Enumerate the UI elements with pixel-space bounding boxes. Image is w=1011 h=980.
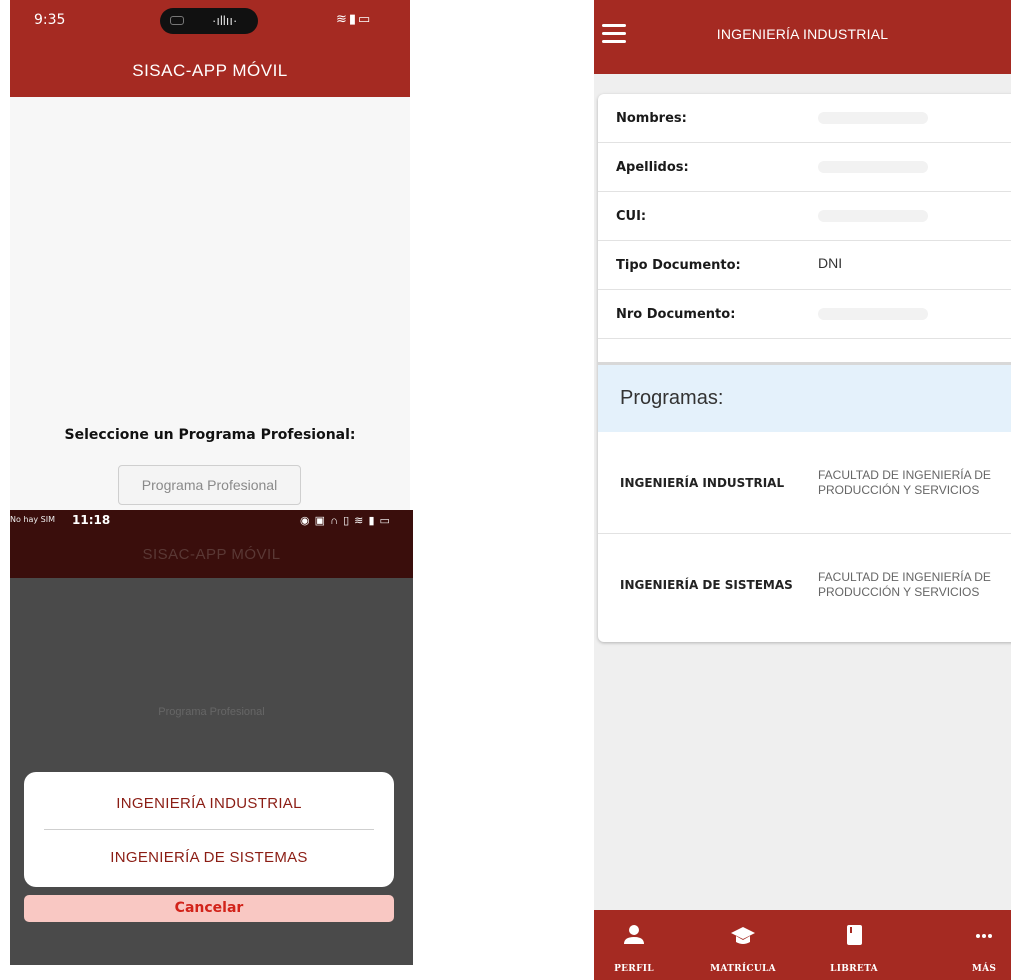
tab-libreta[interactable]: LIBRETA bbox=[809, 910, 899, 980]
screen-program-dialog: No hay SIM 11:18 ◉ ▣ ∩ ▯ ≋ ▮ ▭ SISAC-APP… bbox=[10, 510, 413, 965]
program-name: INGENIERÍA DE SISTEMAS bbox=[620, 578, 793, 592]
tab-label: MATRÍCULA bbox=[710, 964, 776, 974]
row-label: Tipo Documento: bbox=[616, 258, 741, 273]
profile-card: Nombres: Apellidos: CUI: Tipo Documento:… bbox=[598, 94, 1011, 642]
cancel-button[interactable]: Cancelar bbox=[24, 895, 394, 922]
status-time: 9:35 bbox=[34, 12, 66, 28]
row-value: DNI bbox=[818, 255, 843, 271]
program-select-button[interactable]: Programa Profesional bbox=[118, 465, 301, 505]
row-label: Nro Documento: bbox=[616, 307, 736, 322]
graduation-cap-icon bbox=[731, 927, 755, 944]
profile-row-nombres: Nombres: bbox=[598, 94, 1011, 143]
status-bar: 9:35 ·ıllıı· ≋▮▭ bbox=[10, 0, 410, 40]
redacted-value bbox=[818, 308, 928, 320]
divider bbox=[44, 829, 374, 830]
program-select-button-dimmed: Programa Profesional bbox=[158, 706, 265, 718]
app-title: SISAC-APP MÓVIL bbox=[132, 61, 288, 80]
redacted-value bbox=[818, 210, 928, 222]
app-title: SISAC-APP MÓVIL bbox=[142, 546, 281, 563]
carrier-text: No hay SIM bbox=[10, 515, 56, 524]
option-ingenieria-sistemas[interactable]: INGENIERÍA DE SISTEMAS bbox=[24, 849, 394, 866]
more-dots-icon bbox=[976, 934, 992, 938]
program-options-sheet: INGENIERÍA INDUSTRIAL INGENIERÍA DE SIST… bbox=[24, 772, 394, 887]
profile-row-cui: CUI: bbox=[598, 192, 1011, 241]
program-prompt: Seleccione un Programa Profesional: bbox=[64, 427, 356, 443]
tab-perfil[interactable]: PERFIL bbox=[594, 910, 679, 980]
status-icons: ◉ ▣ ∩ ▯ ≋ ▮ ▭ bbox=[300, 515, 391, 527]
audio-wave-icon: ·ıllıı· bbox=[212, 13, 238, 28]
media-thumbnail-icon bbox=[170, 16, 184, 25]
tab-mas[interactable]: MÁS bbox=[939, 910, 1011, 980]
status-time: 11:18 bbox=[72, 513, 111, 527]
program-faculty: FACULTAD DE INGENIERÍA DE PRODUCCIÓN Y S… bbox=[818, 570, 991, 599]
row-label: Nombres: bbox=[616, 111, 687, 126]
program-row[interactable]: INGENIERÍA DE SISTEMAS FACULTAD DE INGEN… bbox=[598, 534, 1011, 636]
app-bar: SISAC-APP MÓVIL bbox=[10, 40, 410, 97]
status-bar: No hay SIM 11:18 ◉ ▣ ∩ ▯ ≋ ▮ ▭ bbox=[10, 510, 413, 532]
wifi-battery-icons: ≋▮▭ bbox=[336, 11, 373, 26]
row-label: CUI: bbox=[616, 209, 647, 224]
profile-row-apellidos: Apellidos: bbox=[598, 143, 1011, 192]
bottom-tab-bar: PERFIL MATRÍCULA LIBRETA MÁS bbox=[594, 910, 1011, 980]
page-title: INGENIERÍA INDUSTRIAL bbox=[716, 26, 889, 42]
app-bar: SISAC-APP MÓVIL bbox=[10, 532, 413, 578]
row-label: Apellidos: bbox=[616, 160, 689, 175]
programs-header: Programas: bbox=[598, 365, 1011, 432]
redacted-value bbox=[818, 112, 928, 124]
profile-row-nro-documento: Nro Documento: bbox=[598, 290, 1011, 339]
tab-label: LIBRETA bbox=[830, 964, 878, 974]
tab-label: PERFIL bbox=[614, 964, 654, 974]
profile-row-tipo-documento: Tipo Documento: DNI bbox=[598, 241, 1011, 290]
person-icon bbox=[624, 925, 644, 944]
programs-heading: Programas: bbox=[620, 387, 724, 409]
notebook-icon bbox=[847, 925, 862, 945]
redacted-value bbox=[818, 161, 928, 173]
program-name: INGENIERÍA INDUSTRIAL bbox=[620, 476, 785, 490]
program-faculty: FACULTAD DE INGENIERÍA DE PRODUCCIÓN Y S… bbox=[818, 468, 991, 497]
program-row[interactable]: INGENIERÍA INDUSTRIAL FACULTAD DE INGENI… bbox=[598, 432, 1011, 534]
screen-profile: INGENIERÍA INDUSTRIAL Nombres: Apellidos… bbox=[594, 0, 1011, 980]
app-bar: INGENIERÍA INDUSTRIAL bbox=[594, 0, 1011, 74]
tab-matricula[interactable]: MATRÍCULA bbox=[698, 910, 788, 980]
screen-program-selection: 9:35 ·ıllıı· ≋▮▭ SISAC-APP MÓVIL Selecci… bbox=[10, 0, 410, 510]
option-ingenieria-industrial[interactable]: INGENIERÍA INDUSTRIAL bbox=[24, 795, 394, 812]
tab-label: MÁS bbox=[971, 964, 997, 974]
dynamic-island: ·ıllıı· bbox=[160, 8, 258, 34]
